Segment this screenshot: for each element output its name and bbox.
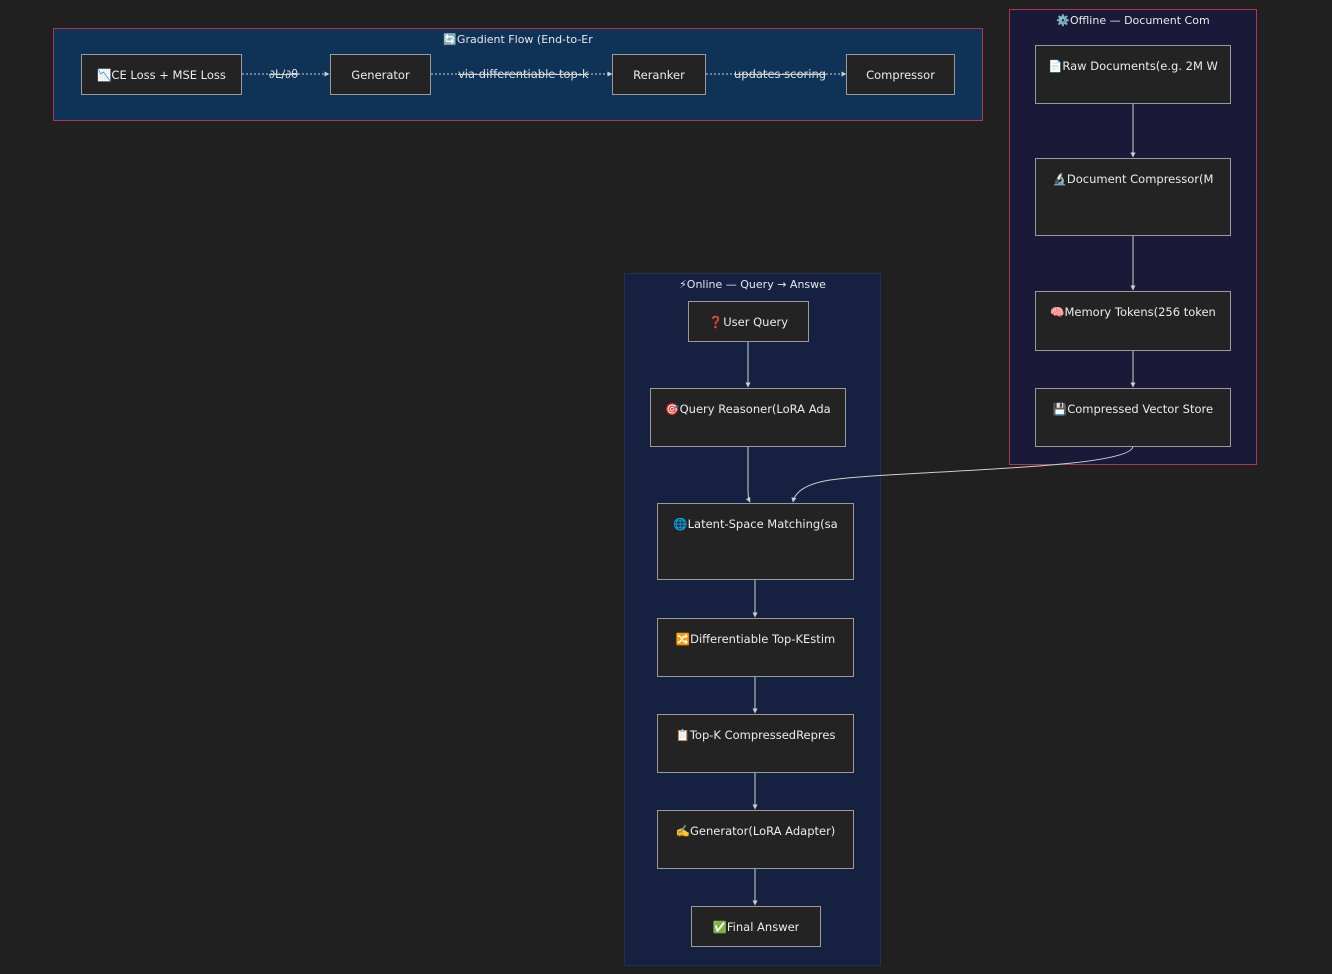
query-reasoner-node[interactable]: 🎯Query Reasoner(LoRA Ada [650, 388, 846, 447]
diff-topk-node[interactable]: 🔀Differentiable Top-KEstim [657, 618, 854, 677]
compressed-vector-store-node[interactable]: 💾Compressed Vector Store [1035, 388, 1231, 447]
topk-compressed-label: 📋Top-K CompressedRepres [675, 728, 836, 742]
topk-compressed-node[interactable]: 📋Top-K CompressedRepres [657, 714, 854, 773]
final-answer-node[interactable]: ✅Final Answer [691, 906, 821, 947]
document-compressor-label: 🔬Document Compressor(M [1052, 172, 1214, 186]
latent-matching-label: 🌐Latent-Space Matching(sa [673, 517, 838, 531]
raw-documents-node[interactable]: 📄Raw Documents(e.g. 2M W [1035, 45, 1231, 104]
user-query-node[interactable]: ❓User Query [688, 301, 809, 342]
memory-tokens-node[interactable]: 🧠Memory Tokens(256 token [1035, 291, 1231, 351]
generator-grad-node[interactable]: Generator [330, 54, 431, 95]
final-answer-label: ✅Final Answer [712, 919, 800, 934]
edge-store-latent [791, 445, 1134, 503]
raw-documents-label: 📄Raw Documents(e.g. 2M W [1048, 59, 1218, 73]
latent-matching-node[interactable]: 🌐Latent-Space Matching(sa [657, 503, 854, 580]
compressed-vector-store-label: 💾Compressed Vector Store [1052, 402, 1214, 416]
generator-lora-node[interactable]: ✍️Generator(LoRA Adapter) [657, 810, 854, 869]
compressor-grad-node[interactable]: Compressor [846, 54, 955, 95]
edge-reasoner-latent [745, 446, 751, 503]
query-reasoner-label: 🎯Query Reasoner(LoRA Ada [665, 402, 831, 416]
generator-grad-label: Generator [351, 67, 410, 82]
compressor-grad-label: Compressor [866, 67, 935, 82]
reranker-label: Reranker [633, 67, 685, 82]
edge-label-scoring: updates scoring [734, 67, 827, 81]
edge-label-gradient: ∂L/∂θ [269, 67, 299, 81]
user-query-label: ❓User Query [708, 314, 789, 329]
diff-topk-label: 🔀Differentiable Top-KEstim [675, 632, 836, 646]
document-compressor-node[interactable]: 🔬Document Compressor(M [1035, 158, 1231, 236]
reranker-node[interactable]: Reranker [612, 54, 706, 95]
ce-loss-label: 📉CE Loss + MSE Loss [97, 67, 226, 82]
memory-tokens-label: 🧠Memory Tokens(256 token [1050, 305, 1216, 319]
generator-lora-label: ✍️Generator(LoRA Adapter) [675, 824, 836, 838]
ce-loss-node[interactable]: 📉CE Loss + MSE Loss [81, 54, 242, 95]
edge-label-topk: via differentiable top-k [458, 67, 589, 81]
